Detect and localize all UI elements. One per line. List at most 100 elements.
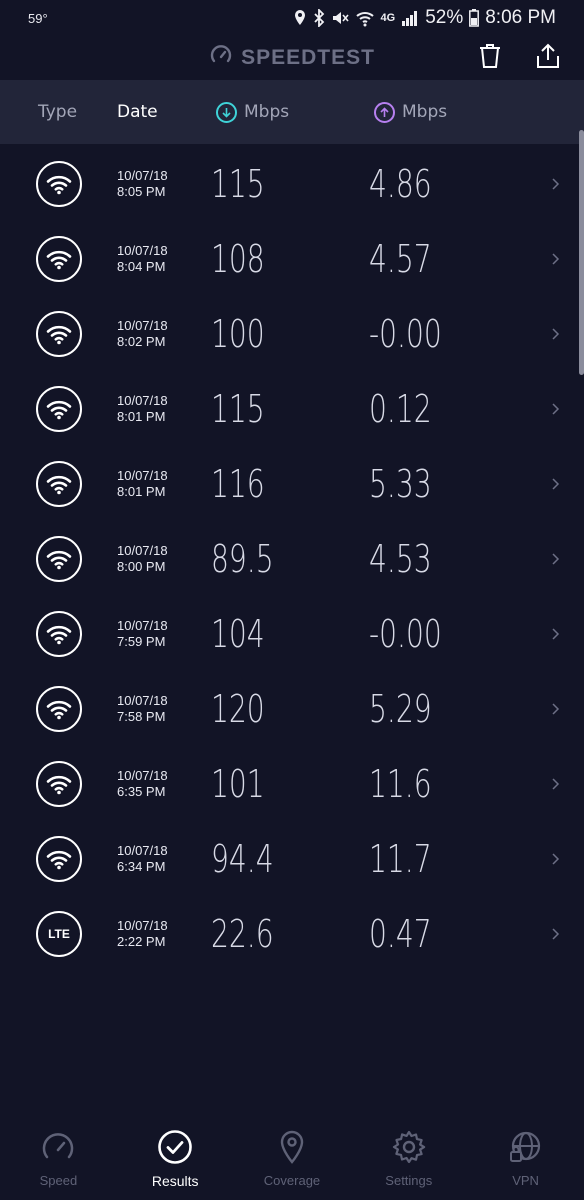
signal-icon [401,10,419,26]
table-row[interactable]: 10/07/18 8:00 PM 89.5 4.53 [0,521,584,596]
result-time: 8:00 PM [117,559,166,574]
result-datetime: 10/07/18 8:01 PM [117,468,168,500]
column-upload[interactable]: Mbps [374,101,448,123]
chevron-right-icon [551,701,560,715]
table-row[interactable]: 10/07/18 8:01 PM 116 5.33 [0,446,584,521]
chevron-right-icon [551,851,560,865]
nav-results[interactable]: Results [117,1120,234,1200]
nav-settings-label: Settings [385,1173,433,1188]
result-time: 8:04 PM [117,259,166,274]
lte-icon: LTE [36,911,82,957]
result-date: 10/07/18 [117,468,168,483]
header-actions [476,42,562,70]
chevron-right-icon [551,176,560,190]
wifi-status-icon [355,9,375,27]
download-speed: 120 [211,687,265,731]
nav-speed[interactable]: Speed [0,1120,117,1200]
wifi-icon [36,311,82,357]
upload-speed: 11.7 [369,837,432,881]
table-row[interactable]: 10/07/18 7:58 PM 120 5.29 [0,671,584,746]
wifi-icon [36,236,82,282]
result-time: 8:01 PM [117,409,166,424]
column-type[interactable]: Type [38,102,77,122]
temperature: 59° [28,10,48,26]
chevron-right-icon [551,626,560,640]
upload-speed: 5.33 [369,462,432,506]
table-row[interactable]: 10/07/18 8:05 PM 115 4.86 [0,146,584,221]
status-bar: 59° 4G 52% 8:06 PM [0,0,584,36]
wifi-icon [36,386,82,432]
app-title: SPEEDTEST [241,46,375,69]
column-header: Type Date Mbps Mbps [0,80,584,144]
battery-icon [469,9,480,27]
upload-speed: -0.00 [369,312,442,356]
chevron-right-icon [551,476,560,490]
table-row[interactable]: 10/07/18 8:01 PM 115 0.12 [0,371,584,446]
table-row[interactable]: LTE 10/07/18 2:22 PM 22.6 0.47 [0,896,584,971]
chevron-right-icon [551,551,560,565]
share-icon[interactable] [534,42,562,70]
chevron-right-icon [551,401,560,415]
result-datetime: 10/07/18 8:02 PM [117,318,168,350]
brand: SPEEDTEST [209,43,375,73]
table-row[interactable]: 10/07/18 8:02 PM 100 -0.00 [0,296,584,371]
result-time: 6:35 PM [117,784,166,799]
chevron-right-icon [551,251,560,265]
table-row[interactable]: 10/07/18 6:35 PM 101 11.6 [0,746,584,821]
result-time: 6:34 PM [117,859,166,874]
result-date: 10/07/18 [117,318,168,333]
result-time: 8:05 PM [117,184,166,199]
result-date: 10/07/18 [117,543,168,558]
wifi-icon [36,761,82,807]
upload-speed: -0.00 [369,612,442,656]
nav-speed-label: Speed [39,1173,78,1188]
nav-settings[interactable]: Settings [350,1120,467,1200]
result-date: 10/07/18 [117,693,168,708]
location-icon [293,9,307,27]
lte-label: LTE [48,927,70,941]
result-date: 10/07/18 [117,168,168,183]
table-row[interactable]: 10/07/18 8:04 PM 108 4.57 [0,221,584,296]
table-row[interactable]: 10/07/18 6:34 PM 94.4 11.7 [0,821,584,896]
upload-speed: 4.53 [369,537,432,581]
result-time: 2:22 PM [117,934,166,949]
download-speed: 115 [211,387,265,431]
trash-icon[interactable] [476,42,504,70]
nav-vpn[interactable]: VPN [467,1120,584,1200]
gear-icon [391,1129,427,1169]
result-time: 7:59 PM [117,634,166,649]
download-arrow-icon [216,101,237,123]
result-datetime: 10/07/18 8:01 PM [117,393,168,425]
result-datetime: 10/07/18 8:04 PM [117,243,168,275]
map-pin-icon [274,1129,310,1169]
result-date: 10/07/18 [117,918,168,933]
result-date: 10/07/18 [117,618,168,633]
upload-speed: 4.57 [369,237,432,281]
upload-speed: 11.6 [369,762,432,806]
nav-coverage[interactable]: Coverage [234,1120,351,1200]
status-icons: 4G 52% 8:06 PM [293,7,556,29]
bluetooth-icon [313,9,325,27]
speedtest-logo-icon [209,43,233,73]
wifi-icon [36,611,82,657]
column-download[interactable]: Mbps [216,101,289,123]
speedometer-icon [40,1129,76,1169]
download-speed: 116 [211,462,265,506]
wifi-icon [36,836,82,882]
result-time: 7:58 PM [117,709,166,724]
nav-results-label: Results [151,1173,199,1189]
column-date[interactable]: Date [117,102,158,122]
result-time: 8:01 PM [117,484,166,499]
nav-coverage-label: Coverage [263,1173,321,1188]
download-speed: 100 [211,312,265,356]
upload-arrow-icon [374,101,395,123]
download-speed: 22.6 [211,912,274,956]
download-speed: 115 [211,162,265,206]
table-row[interactable]: 10/07/18 7:59 PM 104 -0.00 [0,596,584,671]
download-speed: 101 [211,762,265,806]
wifi-icon [36,161,82,207]
column-upload-label: Mbps [402,102,448,122]
upload-speed: 0.47 [369,912,432,956]
result-datetime: 10/07/18 7:59 PM [117,618,168,650]
results-list: 10/07/18 8:05 PM 115 4.86 10/07/18 8:04 PM 108… [0,146,584,971]
